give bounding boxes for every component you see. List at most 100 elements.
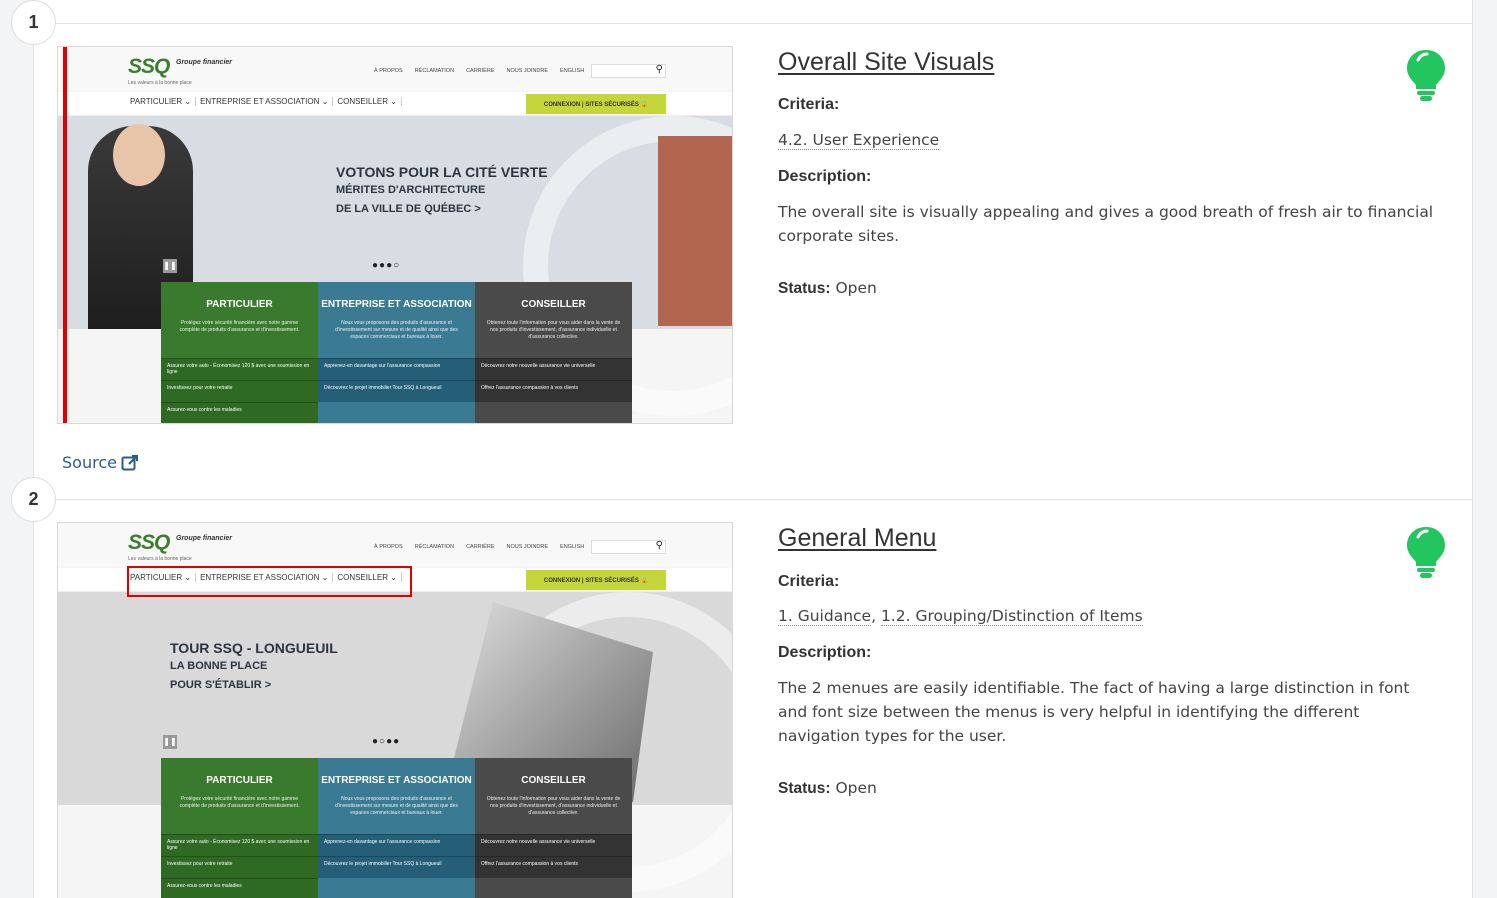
site-logo-subtitle: Groupe financier bbox=[176, 59, 233, 66]
site-login-button: CONNEXION | SITES SÉCURISÉS 🔒 bbox=[526, 570, 666, 590]
site-link-english: ENGLISH bbox=[560, 544, 585, 550]
card-description: Obtenez toute l'information pour vous ai… bbox=[486, 796, 621, 816]
site-link-apropos: À PROPOS bbox=[374, 68, 403, 74]
card-title: PARTICULIER bbox=[206, 774, 273, 786]
hero-building-image bbox=[658, 136, 732, 326]
site-top-links: À PROPOS RÉCLAMATION CARRIÈRE NOUS JOIND… bbox=[374, 544, 584, 550]
card-description: Nous vous proposons des produits d'assur… bbox=[335, 796, 458, 816]
site-tagline: Les valeurs à la bonne place bbox=[128, 80, 192, 86]
site-link-carriere: CARRIÈRE bbox=[466, 544, 495, 550]
card-link: Découvrez notre nouvelle assurance vie u… bbox=[475, 358, 632, 380]
pause-icon: ❚❚ bbox=[163, 259, 177, 273]
site-link-nous-joindre: NOUS JOINDRE bbox=[506, 544, 549, 550]
criteria-list: 4.2. User Experience bbox=[778, 131, 940, 150]
card-link: Découvrez le projet immobilier Tour SSQ … bbox=[318, 380, 475, 402]
card-link: Offrez l'assurance compassion à vos clie… bbox=[475, 380, 632, 402]
card-description: Protégez votre sécurité financière avec … bbox=[179, 320, 300, 333]
criteria-link[interactable]: 1.2. Grouping/Distinction of Items bbox=[880, 607, 1143, 626]
hero-headline: VOTONS POUR LA CITÉ VERTE MÉRITES D'ARCH… bbox=[336, 163, 548, 219]
external-link-icon bbox=[121, 454, 138, 470]
source-label: Source bbox=[62, 453, 117, 472]
hero-headline-sub2: POUR S'ÉTABLIR > bbox=[170, 679, 272, 691]
criteria-link[interactable]: 4.2. User Experience bbox=[778, 131, 940, 150]
site-link-apropos: À PROPOS bbox=[374, 544, 403, 550]
site-card-conseiller: CONSEILLER Obtenez toute l'information p… bbox=[475, 282, 632, 423]
finding-status: Status: Open bbox=[778, 779, 877, 798]
site-logo: SSQ bbox=[128, 55, 170, 78]
card-link: Assurez votre auto - Économisez 120 $ av… bbox=[161, 834, 318, 856]
finding-title[interactable]: Overall Site Visuals bbox=[778, 48, 994, 77]
card-link: Investissez pour votre retraite bbox=[161, 380, 318, 402]
card-link: Investissez pour votre retraite bbox=[161, 856, 318, 878]
card-title: ENTREPRISE ET ASSOCIATION bbox=[321, 298, 472, 310]
description-label: Description: bbox=[778, 644, 872, 661]
finding-screenshot[interactable]: SSQ Groupe financier Les valeurs à la bo… bbox=[57, 522, 733, 898]
finding-description: The overall site is visually appealing a… bbox=[778, 203, 1434, 245]
pause-icon: ❚❚ bbox=[163, 735, 177, 749]
card-description: Protégez votre sécurité financière avec … bbox=[179, 796, 300, 809]
site-nav-particulier: PARTICULIER ⌄ bbox=[126, 97, 197, 106]
site-search-box: ⚲ bbox=[591, 540, 666, 554]
hero-headline-main: VOTONS POUR LA CITÉ VERTE bbox=[336, 164, 548, 180]
card-link: Assurez-vous contre les maladies bbox=[161, 878, 318, 898]
status-value: Open bbox=[835, 279, 877, 297]
site-link-english: ENGLISH bbox=[560, 68, 585, 74]
card-link: Découvrez le projet immobilier Tour SSQ … bbox=[318, 856, 475, 878]
site-card-conseiller: CONSEILLER Obtenez toute l'information p… bbox=[475, 758, 632, 898]
hero-headline-sub1: MÉRITES D'ARCHITECTURE bbox=[336, 184, 486, 196]
site-link-reclamation: RÉCLAMATION bbox=[414, 544, 455, 550]
finding-separator bbox=[33, 23, 1473, 24]
card-title: CONSEILLER bbox=[521, 774, 586, 786]
site-nav-conseiller: CONSEILLER ⌄ bbox=[333, 97, 402, 106]
site-link-carriere: CARRIÈRE bbox=[466, 68, 495, 74]
site-nav-entreprise: ENTREPRISE ET ASSOCIATION ⌄ bbox=[196, 97, 334, 106]
lightbulb-icon bbox=[1407, 50, 1445, 101]
site-search-box: ⚲ bbox=[591, 64, 666, 78]
criteria-label: Criteria: bbox=[778, 96, 840, 113]
card-link: Apprenez-en davantage sur l'assurance co… bbox=[318, 834, 475, 856]
search-icon: ⚲ bbox=[655, 540, 663, 551]
site-card-entreprise: ENTREPRISE ET ASSOCIATION Nous vous prop… bbox=[318, 758, 475, 898]
hero-headline-sub1: LA BONNE PLACE bbox=[170, 660, 268, 672]
site-logo-subtitle: Groupe financier bbox=[176, 535, 233, 542]
status-label: Status: bbox=[778, 280, 831, 297]
finding-title[interactable]: General Menu bbox=[778, 524, 936, 553]
card-link: Apprenez-en davantage sur l'assurance co… bbox=[318, 358, 475, 380]
criteria-list: 1. Guidance, 1.2. Grouping/Distinction o… bbox=[778, 607, 1143, 626]
hero-headline: TOUR SSQ - LONGUEUIL LA BONNE PLACE POUR… bbox=[170, 639, 338, 695]
hero-person-head bbox=[113, 124, 165, 186]
card-link: Offrez l'assurance compassion à vos clie… bbox=[475, 856, 632, 878]
finding-number-badge: 2 bbox=[11, 477, 56, 522]
card-link: Assurez-vous contre les maladies bbox=[161, 402, 318, 423]
card-title: PARTICULIER bbox=[206, 298, 273, 310]
highlight-box bbox=[127, 566, 412, 597]
criteria-label: Criteria: bbox=[778, 573, 840, 590]
carousel-dots: ●○●● bbox=[372, 736, 401, 747]
description-label: Description: bbox=[778, 168, 872, 185]
site-tagline: Les valeurs à la bonne place bbox=[128, 556, 192, 562]
site-top-links: À PROPOS RÉCLAMATION CARRIÈRE NOUS JOIND… bbox=[374, 68, 584, 74]
site-card-particulier: PARTICULIER Protégez votre sécurité fina… bbox=[161, 758, 318, 898]
lightbulb-icon bbox=[1407, 527, 1445, 578]
site-logo: SSQ bbox=[128, 531, 170, 554]
finding-screenshot[interactable]: SSQ Groupe financier Les valeurs à la bo… bbox=[57, 46, 733, 424]
card-title: CONSEILLER bbox=[521, 298, 586, 310]
hero-headline-sub2: DE LA VILLE DE QUÉBEC > bbox=[336, 203, 481, 215]
site-cards: PARTICULIER Protégez votre sécurité fina… bbox=[161, 758, 632, 898]
criteria-link[interactable]: 1. Guidance bbox=[778, 607, 872, 626]
search-icon: ⚲ bbox=[655, 64, 663, 75]
card-description: Nous vous proposons des produits d'assur… bbox=[335, 320, 458, 340]
card-description: Obtenez toute l'information pour vous ai… bbox=[486, 320, 621, 340]
source-link[interactable]: Source bbox=[62, 453, 139, 472]
carousel-dots: ●●●○ bbox=[372, 260, 401, 271]
status-value: Open bbox=[835, 779, 877, 797]
site-login-button: CONNEXION | SITES SÉCURISÉS 🔒 bbox=[526, 94, 666, 114]
card-link: Assurez votre auto - Économisez 120 $ av… bbox=[161, 358, 318, 380]
hero-headline-main: TOUR SSQ - LONGUEUIL bbox=[170, 640, 338, 656]
site-link-nous-joindre: NOUS JOINDRE bbox=[506, 68, 549, 74]
finding-number-badge: 1 bbox=[11, 0, 56, 45]
finding-status: Status: Open bbox=[778, 279, 877, 298]
site-card-particulier: PARTICULIER Protégez votre sécurité fina… bbox=[161, 282, 318, 423]
finding-description: The 2 menues are easily identifiable. Th… bbox=[778, 679, 1410, 745]
highlight-marker bbox=[63, 47, 67, 423]
